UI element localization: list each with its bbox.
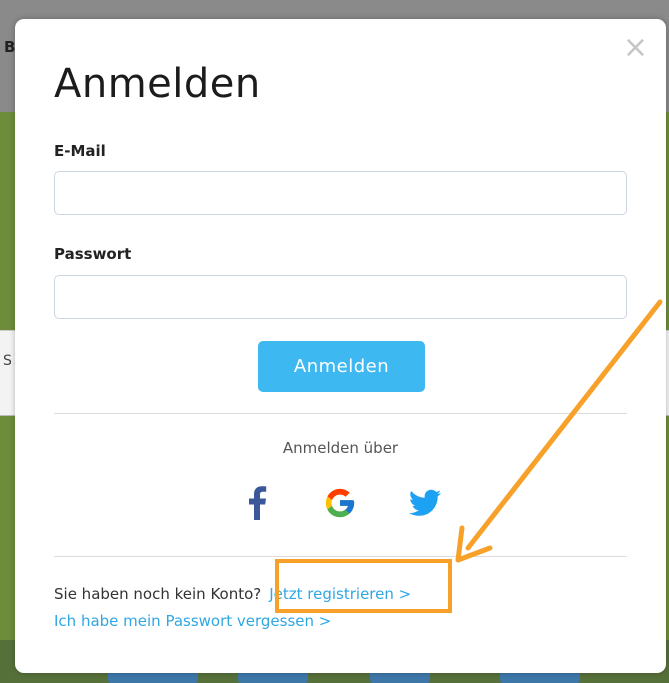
close-icon[interactable]: ×: [623, 33, 648, 63]
login-dialog: × Anmelden E-Mail Passwort Anmelden Anme…: [15, 19, 666, 673]
password-field[interactable]: [54, 275, 627, 319]
twitter-icon[interactable]: [405, 483, 445, 523]
dialog-title: Anmelden: [54, 61, 261, 107]
no-account-text: Sie haben noch kein Konto?: [54, 585, 262, 603]
register-link[interactable]: Jetzt registrieren >: [269, 585, 411, 603]
forgot-password-link[interactable]: Ich habe mein Passwort vergessen >: [54, 612, 331, 630]
password-label: Passwort: [54, 245, 132, 263]
no-account-row: Sie haben noch kein Konto? Jetzt registri…: [54, 585, 411, 603]
divider: [54, 413, 627, 414]
forgot-password-row: Ich habe mein Passwort vergessen >: [54, 612, 331, 630]
background-header-text: B: [4, 38, 16, 56]
divider: [54, 556, 627, 557]
background-toolbar-text: S: [3, 353, 12, 369]
google-icon[interactable]: [320, 483, 360, 523]
email-label: E-Mail: [54, 142, 106, 160]
screen: B S × Anmelden E-Mail Passwort Anmelden …: [0, 0, 669, 683]
facebook-icon[interactable]: [237, 483, 277, 523]
login-button[interactable]: Anmelden: [258, 341, 425, 392]
email-field[interactable]: [54, 171, 627, 215]
social-login-caption: Anmelden über: [282, 439, 399, 457]
